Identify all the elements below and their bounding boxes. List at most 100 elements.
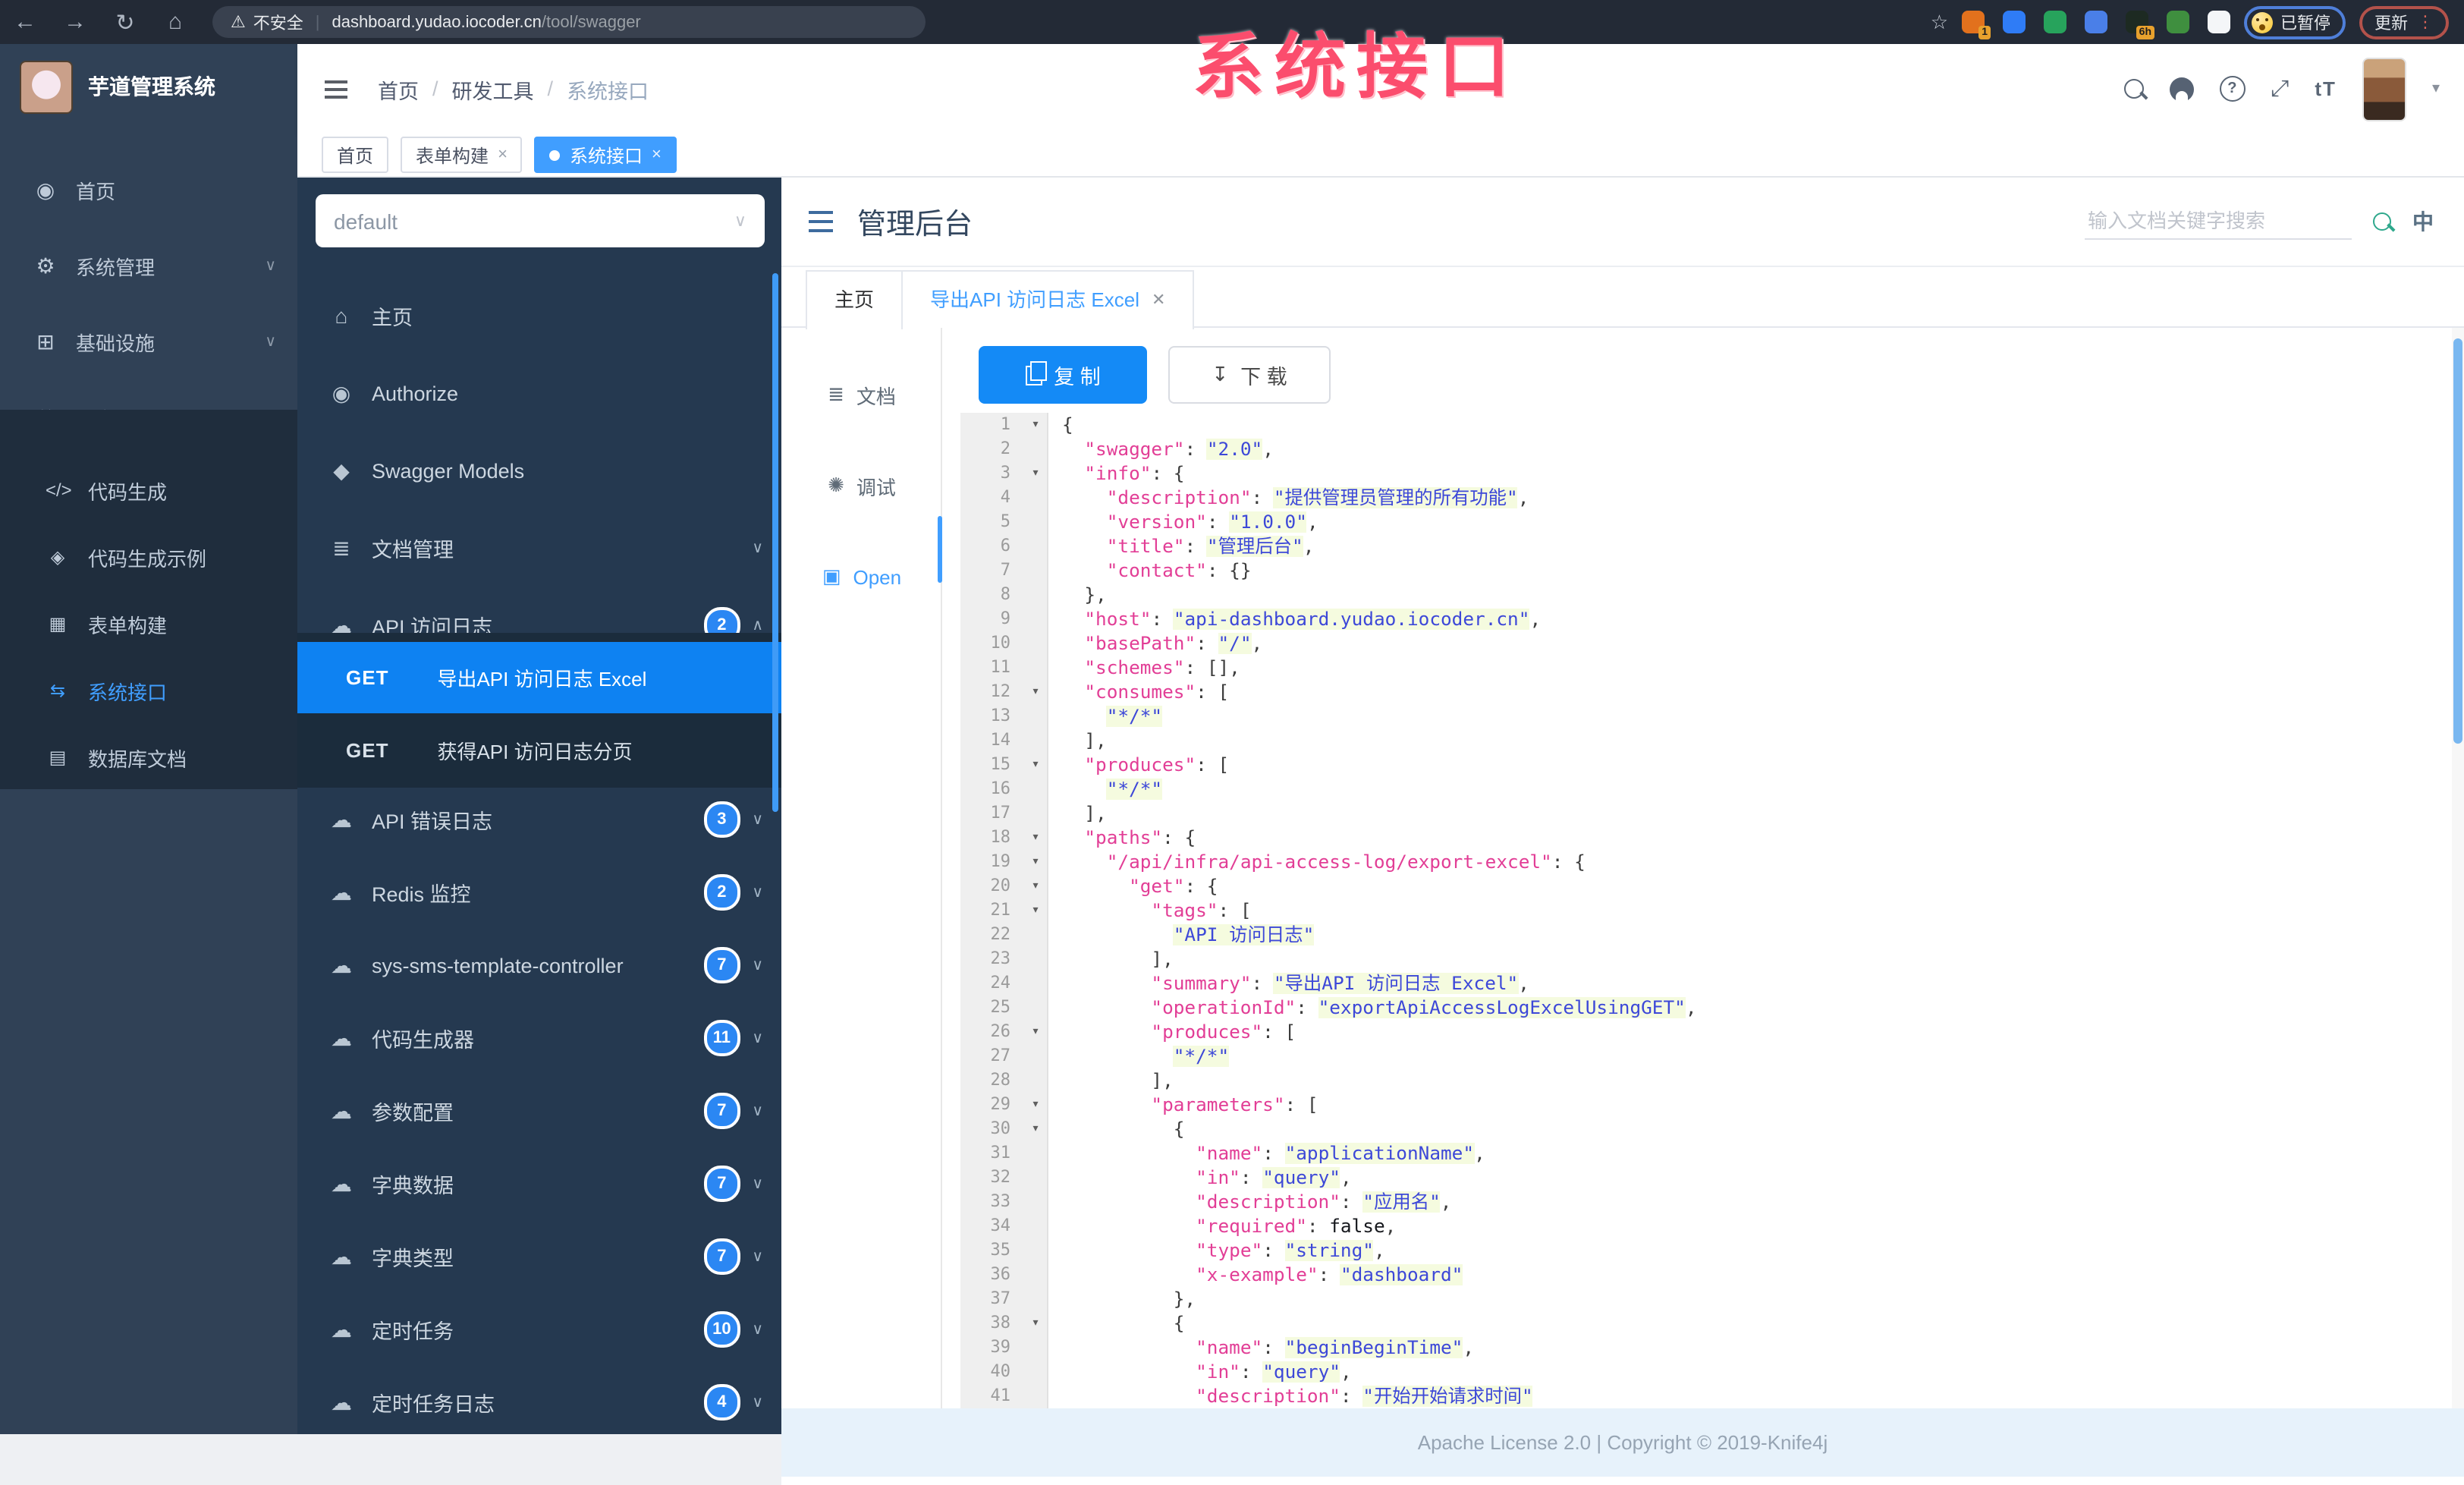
user-avatar[interactable] <box>2362 57 2406 121</box>
help-icon[interactable]: ? <box>2219 76 2246 102</box>
collapse-sidebar-icon[interactable] <box>809 209 833 235</box>
sidebar-item-首页[interactable]: ◉ 首页 <box>0 152 297 228</box>
fold-icon[interactable]: ▾ <box>1024 874 1048 898</box>
api-group-sys-sms-template-controller[interactable]: ☁ sys-sms-template-controller 7 ∨ <box>297 927 781 1003</box>
close-icon[interactable]: × <box>652 146 662 164</box>
breadcrumb-home[interactable]: 首页 <box>378 74 419 104</box>
api-item-Swagger Models[interactable]: ◆ Swagger Models <box>297 433 781 508</box>
rail-item-文档[interactable]: ≣ 文档 <box>781 364 942 425</box>
extension-icon[interactable] <box>2044 11 2066 33</box>
sidebar-item-系统管理[interactable]: ⚙ 系统管理 ∨ <box>0 228 297 304</box>
extension-icon[interactable] <box>2003 11 2026 33</box>
extension-icon[interactable]: 6h <box>2126 11 2154 39</box>
rail-item-调试[interactable]: ✺ 调试 <box>781 455 942 516</box>
api-group-字典数据[interactable]: ☁ 字典数据 7 ∨ <box>297 1146 781 1222</box>
operation-导出API 访问日志 Excel[interactable]: GET 导出API 访问日志 Excel <box>297 642 781 713</box>
address-bar[interactable]: ⚠ 不安全 | dashboard.yudao.iocoder.cn/tool/… <box>212 6 926 38</box>
language-icon[interactable]: 中 <box>2412 206 2434 237</box>
api-group-select[interactable]: default ∨ <box>316 194 765 247</box>
sidebar-subitem-表单构建[interactable]: ▦ 表单构建 <box>0 590 297 657</box>
doc-search-icon[interactable] <box>2373 212 2391 231</box>
menu-dots-icon[interactable]: ⋮ <box>2417 12 2434 32</box>
search-icon[interactable] <box>2123 79 2144 99</box>
breadcrumb-tools[interactable]: 研发工具 <box>452 74 534 104</box>
sidebar-scrollbar-thumb[interactable] <box>772 273 778 812</box>
code-line: 19 ▾ "/api/infra/api-access-log/export-ex… <box>960 850 2452 874</box>
extension-icon[interactable] <box>2085 11 2107 33</box>
update-browser-button[interactable]: 更新 ⋮ <box>2359 5 2449 39</box>
fold-gutter <box>1024 1287 1048 1311</box>
fold-icon[interactable]: ▾ <box>1024 680 1048 704</box>
translate-paused-button[interactable]: 已暂停 <box>2244 5 2346 39</box>
chevron-down-icon: ∨ <box>265 257 276 274</box>
fold-icon[interactable]: ▾ <box>1024 1093 1048 1117</box>
operation-获得API 访问日志分页[interactable]: GET 获得API 访问日志分页 <box>297 715 781 786</box>
tag-首页[interactable]: 首页 <box>322 137 389 173</box>
api-group-定时任务日志[interactable]: ☁ 定时任务日志 4 ∨ <box>297 1364 781 1434</box>
chevron-down-icon[interactable]: ▾ <box>2432 80 2440 97</box>
editor-scrollbar[interactable] <box>2452 328 2464 1408</box>
line-number: 21 <box>960 898 1024 923</box>
close-icon[interactable]: ✕ <box>1152 272 1165 329</box>
font-size-icon[interactable]: tT <box>2315 77 2337 100</box>
sidebar-subitem-代码生成[interactable]: </> 代码生成 <box>0 457 297 524</box>
fold-gutter <box>1024 1166 1048 1190</box>
tag-表单构建[interactable]: 表单构建 × <box>401 137 523 173</box>
fold-icon[interactable]: ▾ <box>1024 1311 1048 1336</box>
line-number: 20 <box>960 874 1024 898</box>
code-editor[interactable]: 1 ▾{2 "swagger": "2.0", 3 ▾ "info": {4 "des… <box>960 413 2452 1408</box>
code-line: 34 "required": false, <box>960 1214 2452 1238</box>
fold-icon[interactable]: ▾ <box>1024 850 1048 874</box>
rail-item-label: 调试 <box>856 476 896 499</box>
api-group-代码生成器[interactable]: ☁ 代码生成器 11 ∨ <box>297 1000 781 1076</box>
api-group-API 错误日志[interactable]: ☁ API 错误日志 3 ∨ <box>297 782 781 857</box>
fold-icon[interactable]: ▾ <box>1024 1117 1048 1141</box>
doc-tab-主页[interactable]: 主页 <box>806 270 904 329</box>
editor-scrollbar-thumb[interactable] <box>2453 338 2462 744</box>
fold-icon[interactable]: ▾ <box>1024 1020 1048 1044</box>
fold-icon[interactable]: ▾ <box>1024 413 1048 437</box>
bookmark-star-icon[interactable]: ☆ <box>1931 10 1948 34</box>
doc-search-input[interactable] <box>2085 203 2352 240</box>
window-bottom-strip <box>0 1434 781 1485</box>
fold-icon[interactable]: ▾ <box>1024 898 1048 923</box>
extension-icon[interactable]: 1 <box>1962 11 1991 39</box>
api-group-定时任务[interactable]: ☁ 定时任务 10 ∨ <box>297 1292 781 1367</box>
home-icon[interactable]: ⌂ <box>150 9 200 35</box>
doc-tab-导出API 访问日志 Excel[interactable]: 导出API 访问日志 Excel ✕ <box>903 270 1195 329</box>
sidebar-item-基础设施[interactable]: ⊞ 基础设施 ∨ <box>0 304 297 379</box>
fold-icon[interactable]: ▾ <box>1024 826 1048 850</box>
rail-item-Open[interactable]: ▣ Open <box>781 546 942 607</box>
api-group-Redis 监控[interactable]: ☁ Redis 监控 2 ∨ <box>297 854 781 930</box>
api-item-Authorize[interactable]: ◉ Authorize <box>297 355 781 431</box>
cloud-icon: ☁ <box>331 952 352 977</box>
api-item-文档管理[interactable]: ≣ 文档管理 ∨ <box>297 510 781 586</box>
api-group-参数配置[interactable]: ☁ 参数配置 7 ∨ <box>297 1073 781 1149</box>
tag-系统接口[interactable]: 系统接口 × <box>534 137 677 173</box>
fold-gutter <box>1024 704 1048 728</box>
extension-icon[interactable] <box>2167 11 2189 33</box>
doc-rail: ≣ 文档 ✺ 调试 ▣ Open <box>781 328 942 1408</box>
sidebar-subitem-系统接口[interactable]: ⇆ 系统接口 <box>0 657 297 724</box>
fold-gutter <box>1024 947 1048 971</box>
github-icon[interactable] <box>2169 77 2194 101</box>
reload-icon[interactable]: ↻ <box>100 8 150 36</box>
fold-icon[interactable]: ▾ <box>1024 461 1048 486</box>
api-group-字典类型[interactable]: ☁ 字典类型 7 ∨ <box>297 1219 781 1295</box>
sidebar-subitem-代码生成示例[interactable]: ◈ 代码生成示例 <box>0 524 297 590</box>
extension-icon[interactable] <box>2208 11 2230 33</box>
close-icon[interactable]: × <box>498 146 508 164</box>
copy-button[interactable]: 复 制 <box>979 346 1147 404</box>
download-button[interactable]: ↧ 下 载 <box>1168 346 1331 404</box>
hamburger-icon[interactable] <box>325 80 347 98</box>
chevron-down-icon: ∨ <box>752 1030 763 1046</box>
fullscreen-icon[interactable]: ⤢ <box>2271 76 2289 102</box>
sidebar-subitem-数据库文档[interactable]: ▤ 数据库文档 <box>0 724 297 791</box>
fold-icon[interactable]: ▾ <box>1024 753 1048 777</box>
security-label[interactable]: 不安全 <box>253 10 303 34</box>
api-item-主页[interactable]: ⌂ 主页 <box>297 278 781 354</box>
code-line: 32 "in": "query", <box>960 1166 2452 1190</box>
back-icon[interactable]: ← <box>0 9 50 35</box>
forward-icon[interactable]: → <box>50 9 100 35</box>
warning-icon: ⚠ <box>231 14 246 32</box>
